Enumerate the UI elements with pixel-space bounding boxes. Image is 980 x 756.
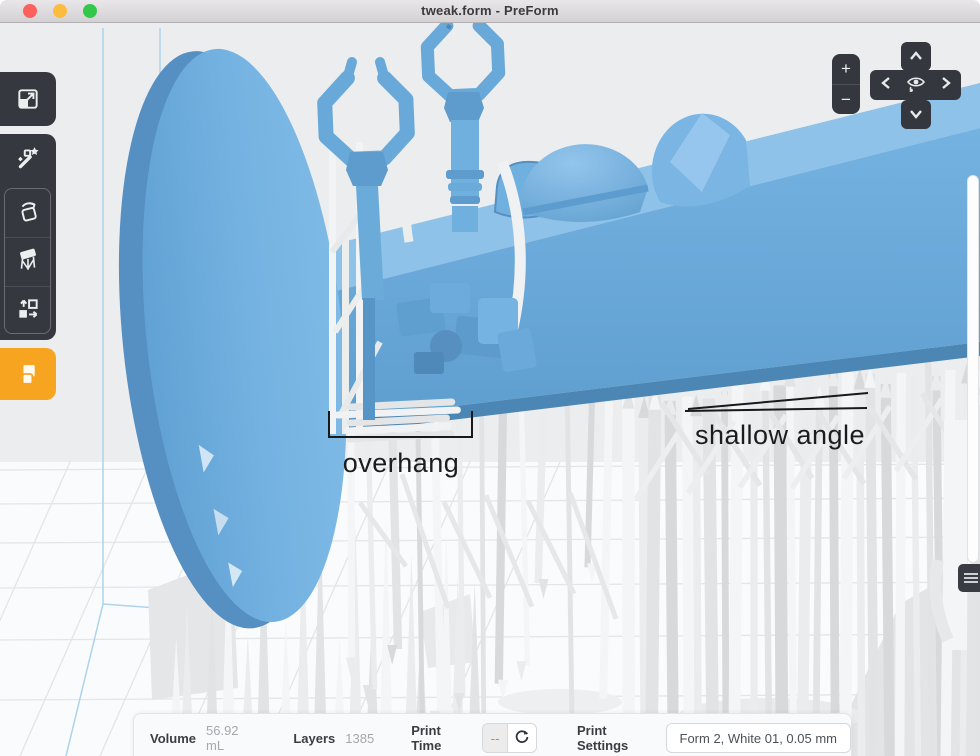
chevron-right-icon (941, 76, 951, 95)
layout-tool-button[interactable] (5, 287, 50, 335)
print-time-box: -- (482, 723, 537, 753)
status-bar: Volume 56.92 mL Layers 1385 Print Time -… (133, 713, 852, 756)
zoom-control: + − (832, 54, 860, 114)
list-icon (958, 573, 980, 583)
orbit-eye-icon (905, 72, 927, 99)
chevron-up-icon (909, 48, 923, 66)
titlebar: tweak.form - PreForm (0, 0, 980, 23)
layout-icon (15, 296, 41, 327)
annotation-shallow-angle-label: shallow angle (695, 420, 865, 450)
one-click-print-button[interactable] (0, 134, 56, 186)
refresh-icon (514, 729, 530, 748)
annotation-overhang-label: overhang (343, 448, 460, 478)
orientation-tool-button[interactable] (5, 189, 50, 238)
window-title: tweak.form - PreForm (0, 0, 980, 22)
supports-icon (15, 247, 41, 278)
supports-tool-button[interactable] (5, 238, 50, 287)
pan-down-button[interactable] (901, 100, 931, 129)
rotate-icon (15, 198, 41, 229)
pan-up-button[interactable] (901, 42, 931, 71)
active-tool-button[interactable] (0, 348, 56, 400)
layers-label: Layers (293, 731, 335, 746)
close-button[interactable] (23, 4, 37, 18)
view-orbit-button[interactable] (901, 70, 931, 100)
tool-subgroup (4, 188, 51, 334)
print-settings-dropdown[interactable]: Form 2, White 01, 0.05 mm (666, 723, 852, 753)
scale-tool-button[interactable] (0, 72, 56, 126)
zoom-in-button[interactable]: + (832, 54, 860, 85)
zoom-out-button[interactable]: − (832, 85, 860, 114)
pan-right-button[interactable] (931, 70, 961, 100)
tool-cluster (0, 134, 56, 340)
fullscreen-button[interactable] (83, 4, 97, 18)
chevron-down-icon (909, 106, 923, 124)
print-time-label: Print Time (411, 723, 470, 753)
print-settings-label: Print Settings (577, 723, 656, 753)
app-window: overhang shallow angle tweak.form - PreF… (0, 0, 980, 756)
volume-value: 56.92 mL (206, 723, 256, 753)
model-list-button[interactable] (958, 564, 980, 592)
scale-icon (15, 86, 41, 112)
magic-wand-icon (15, 145, 41, 176)
pan-left-button[interactable] (870, 70, 901, 100)
minimize-button[interactable] (53, 4, 67, 18)
layers-value: 1385 (345, 731, 374, 746)
viewport-scrollbar[interactable] (967, 175, 979, 563)
chevron-left-icon (881, 76, 891, 95)
selected-tool-icon (15, 361, 41, 387)
print-time-value: -- (483, 724, 508, 752)
viewport-3d[interactable]: overhang shallow angle (0, 22, 980, 756)
volume-label: Volume (150, 731, 196, 746)
print-time-refresh-button[interactable] (508, 724, 536, 752)
